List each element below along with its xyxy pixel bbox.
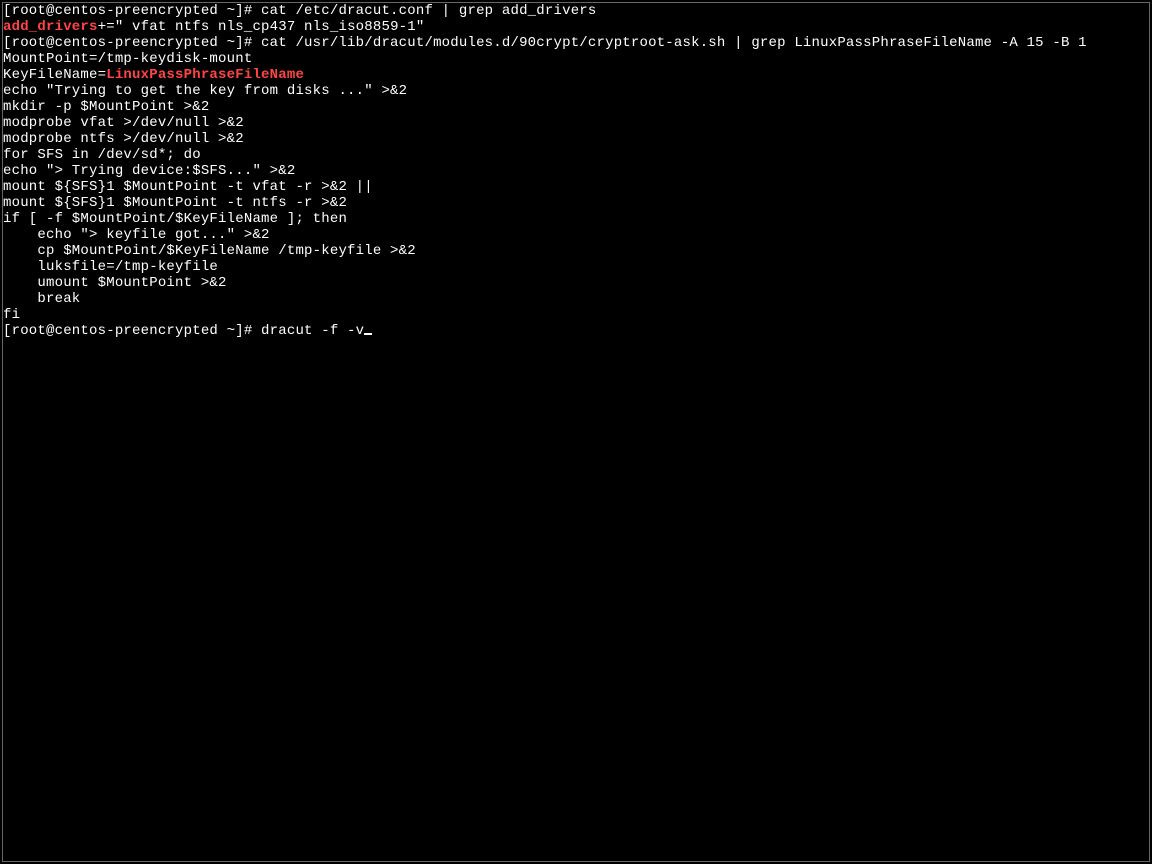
terminal-text: break	[3, 291, 80, 307]
terminal-line: [root@centos-preencrypted ~]# cat /etc/d…	[3, 3, 1149, 19]
terminal-text: echo "> keyfile got..." >&2	[3, 227, 270, 243]
terminal-window[interactable]: [root@centos-preencrypted ~]# cat /etc/d…	[2, 2, 1150, 862]
terminal-line: MountPoint=/tmp-keydisk-mount	[3, 51, 1149, 67]
terminal-line: [root@centos-preencrypted ~]# dracut -f …	[3, 323, 1149, 339]
terminal-text: KeyFileName=	[3, 67, 106, 83]
terminal-line: if [ -f $MountPoint/$KeyFileName ]; then	[3, 211, 1149, 227]
terminal-text: echo "Trying to get the key from disks .…	[3, 83, 407, 99]
grep-highlight: LinuxPassPhraseFileName	[106, 67, 304, 83]
terminal-text: mount ${SFS}1 $MountPoint -t vfat -r >&2…	[3, 179, 373, 195]
terminal-line: break	[3, 291, 1149, 307]
terminal-line: echo "> Trying device:$SFS..." >&2	[3, 163, 1149, 179]
grep-highlight: add_drivers	[3, 19, 98, 35]
terminal-text: if [ -f $MountPoint/$KeyFileName ]; then	[3, 211, 347, 227]
terminal-text: MountPoint=/tmp-keydisk-mount	[3, 51, 252, 67]
terminal-line: fi	[3, 307, 1149, 323]
terminal-text: cp $MountPoint/$KeyFileName /tmp-keyfile…	[3, 243, 416, 259]
terminal-line: echo "Trying to get the key from disks .…	[3, 83, 1149, 99]
terminal-line: [root@centos-preencrypted ~]# cat /usr/l…	[3, 35, 1149, 51]
terminal-text: mount ${SFS}1 $MountPoint -t ntfs -r >&2	[3, 195, 347, 211]
terminal-line: modprobe vfat >/dev/null >&2	[3, 115, 1149, 131]
terminal-text: modprobe ntfs >/dev/null >&2	[3, 131, 244, 147]
terminal-text: [root@centos-preencrypted ~]# dracut -f …	[3, 323, 364, 339]
terminal-line: for SFS in /dev/sd*; do	[3, 147, 1149, 163]
terminal-text: for SFS in /dev/sd*; do	[3, 147, 201, 163]
terminal-text: umount $MountPoint >&2	[3, 275, 227, 291]
cursor	[364, 333, 372, 335]
terminal-text: modprobe vfat >/dev/null >&2	[3, 115, 244, 131]
terminal-line: mount ${SFS}1 $MountPoint -t ntfs -r >&2	[3, 195, 1149, 211]
terminal-text: +=" vfat ntfs nls_cp437 nls_iso8859-1"	[98, 19, 425, 35]
terminal-line: luksfile=/tmp-keyfile	[3, 259, 1149, 275]
terminal-text: [root@centos-preencrypted ~]# cat /etc/d…	[3, 3, 597, 19]
terminal-line: add_drivers+=" vfat ntfs nls_cp437 nls_i…	[3, 19, 1149, 35]
terminal-text: fi	[3, 307, 20, 323]
terminal-text: mkdir -p $MountPoint >&2	[3, 99, 209, 115]
terminal-text: [root@centos-preencrypted ~]# cat /usr/l…	[3, 35, 1087, 51]
terminal-line: modprobe ntfs >/dev/null >&2	[3, 131, 1149, 147]
terminal-line: mount ${SFS}1 $MountPoint -t vfat -r >&2…	[3, 179, 1149, 195]
terminal-text: luksfile=/tmp-keyfile	[3, 259, 218, 275]
terminal-line: echo "> keyfile got..." >&2	[3, 227, 1149, 243]
terminal-line: umount $MountPoint >&2	[3, 275, 1149, 291]
terminal-line: KeyFileName=LinuxPassPhraseFileName	[3, 67, 1149, 83]
terminal-line: cp $MountPoint/$KeyFileName /tmp-keyfile…	[3, 243, 1149, 259]
terminal-line: mkdir -p $MountPoint >&2	[3, 99, 1149, 115]
terminal-text: echo "> Trying device:$SFS..." >&2	[3, 163, 295, 179]
